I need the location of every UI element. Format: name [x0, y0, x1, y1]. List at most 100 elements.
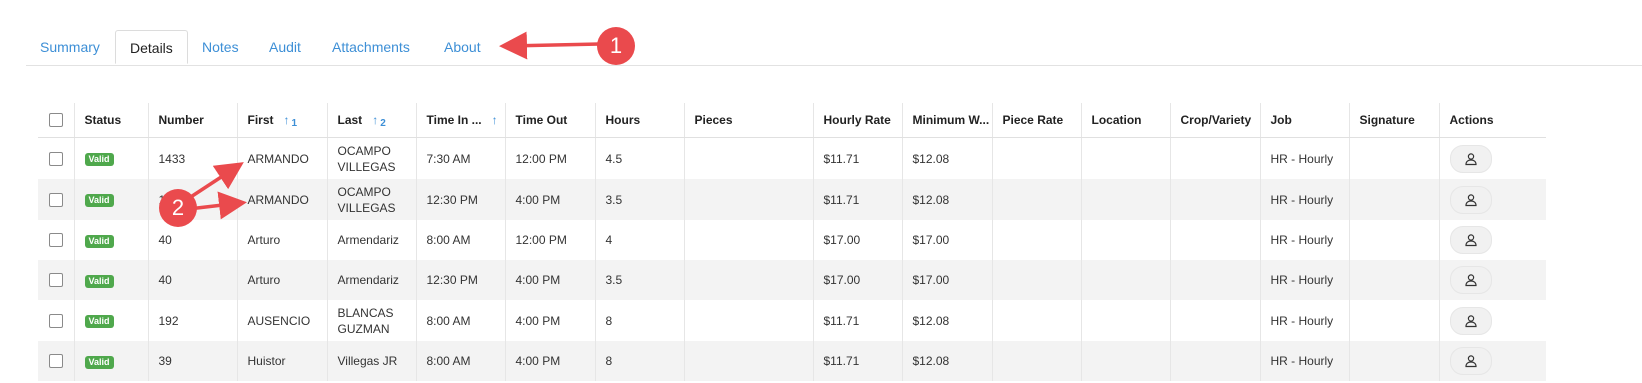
cell-actions [1438, 260, 1546, 300]
cell-hours: 4.5 [594, 137, 684, 179]
cell-signature [1348, 341, 1439, 381]
cell-hours: 3.5 [594, 179, 684, 220]
row-checkbox[interactable] [48, 151, 63, 166]
row-select-cell [38, 260, 74, 300]
cell-crop-variety [1169, 220, 1260, 260]
cell-hourly-rate: $11.71 [812, 300, 902, 341]
table-row[interactable]: Valid 39 Huistor Villegas JR 8:00 AM 4:00 PM 8… [38, 341, 1546, 381]
cell-pieces [683, 137, 813, 179]
column-header-first-label: First [247, 113, 274, 127]
status-badge: Valid [84, 355, 114, 369]
cell-signature [1348, 179, 1439, 220]
table-row[interactable]: Valid 192 AUSENCIO BLANCAS GUZMAN 8:00 AM 4:0… [38, 300, 1546, 341]
cell-hourly-rate: $11.71 [812, 179, 902, 220]
person-icon [1464, 314, 1477, 327]
column-header-number[interactable]: Number [147, 103, 237, 138]
cell-signature [1348, 220, 1439, 260]
cell-first: Huistor [236, 341, 327, 381]
tab-audit[interactable]: Audit [269, 30, 301, 64]
cell-piece-rate [991, 300, 1081, 341]
cell-hourly-rate: $17.00 [812, 220, 902, 260]
column-header-signature[interactable]: Signature [1348, 103, 1439, 138]
tab-summary[interactable]: Summary [40, 30, 100, 64]
cell-piece-rate [991, 220, 1081, 260]
table-row[interactable]: Valid 1433 ARMANDO OCAMPO VILLEGAS 7:30 AM 12… [38, 137, 1546, 179]
cell-last: Armendariz [326, 260, 416, 300]
cell-last: Villegas JR [326, 341, 416, 381]
column-header-hours[interactable]: Hours [594, 103, 684, 138]
cell-pieces [683, 179, 813, 220]
cell-hourly-rate: $17.00 [812, 260, 902, 300]
row-checkbox[interactable] [48, 192, 63, 207]
row-action-button[interactable] [1449, 306, 1492, 335]
annotation-marker-2: 2 [159, 189, 197, 227]
cell-piece-rate [991, 179, 1081, 220]
select-all-checkbox[interactable] [48, 113, 63, 128]
status-badge: Valid [84, 274, 114, 288]
row-checkbox[interactable] [48, 354, 63, 369]
row-select-cell [38, 300, 74, 341]
column-header-location[interactable]: Location [1080, 103, 1170, 138]
column-header-minimum-wage[interactable]: Minimum W... [901, 103, 992, 138]
person-icon [1464, 355, 1477, 368]
annotation-marker-1: 1 [597, 27, 635, 65]
cell-status: Valid [73, 220, 148, 260]
cell-last: BLANCAS GUZMAN [326, 300, 416, 341]
cell-status: Valid [73, 341, 148, 381]
cell-actions [1438, 341, 1546, 381]
tab-attachments[interactable]: Attachments [332, 30, 410, 64]
row-checkbox[interactable] [48, 233, 63, 248]
row-action-button[interactable] [1449, 226, 1492, 254]
cell-job: HR - Hourly [1259, 179, 1349, 220]
tab-notes[interactable]: Notes [202, 30, 239, 64]
row-checkbox[interactable] [48, 273, 63, 288]
cell-first: AUSENCIO [236, 300, 327, 341]
row-select-cell [38, 341, 74, 381]
header-row: Status Number First ↑ 1 Last ↑ 2 Time In ...… [38, 103, 1546, 138]
tab-details[interactable]: Details [115, 30, 188, 64]
cell-time-out: 4:00 PM [504, 179, 595, 220]
select-all-cell [38, 103, 74, 138]
table-row[interactable]: Valid1ARMANDOOCAMPO VILLEGAS12:30 PM4:00… [38, 179, 1546, 220]
column-header-actions: Actions [1438, 103, 1546, 138]
cell-job: HR - Hourly [1259, 220, 1349, 260]
column-header-status[interactable]: Status [73, 103, 148, 138]
column-header-hourly-rate[interactable]: Hourly Rate [812, 103, 902, 138]
cell-time-in: 8:00 AM [415, 300, 505, 341]
cell-actions [1438, 179, 1546, 220]
column-header-time-in[interactable]: Time In ... ↑ [415, 103, 505, 138]
cell-minimum-wage: $17.00 [901, 260, 992, 300]
cell-time-out: 4:00 PM [504, 341, 595, 381]
row-action-button[interactable] [1449, 144, 1492, 173]
cell-hours: 8 [594, 341, 684, 381]
cell-actions [1438, 300, 1546, 341]
column-header-piece-rate[interactable]: Piece Rate [991, 103, 1081, 138]
cell-location [1080, 260, 1170, 300]
cell-first: Arturo [236, 260, 327, 300]
row-action-button[interactable] [1449, 347, 1492, 375]
column-header-first[interactable]: First ↑ 1 [236, 103, 327, 138]
arrow-up-icon: ↑ [283, 113, 290, 127]
row-action-button[interactable] [1449, 266, 1492, 294]
cell-piece-rate [991, 341, 1081, 381]
arrow-up-icon: ↑ [372, 113, 379, 127]
column-header-crop-variety[interactable]: Crop/Variety [1169, 103, 1260, 138]
cell-job: HR - Hourly [1259, 341, 1349, 381]
cell-location [1080, 300, 1170, 341]
table-row[interactable]: Valid 40 Arturo Armendariz 12:30 PM 4:00 PM 3.… [38, 260, 1546, 300]
status-badge: Valid [84, 153, 114, 166]
cell-number: 192 [147, 300, 237, 341]
cell-hours: 3.5 [594, 260, 684, 300]
cell-status: Valid [73, 260, 148, 300]
cell-location [1080, 220, 1170, 260]
tab-about[interactable]: About [444, 30, 481, 64]
row-action-button[interactable] [1449, 185, 1492, 214]
column-header-last[interactable]: Last ↑ 2 [326, 103, 416, 138]
column-header-job[interactable]: Job [1259, 103, 1349, 138]
cell-number: 40 [147, 260, 237, 300]
column-header-time-out[interactable]: Time Out [504, 103, 595, 138]
column-header-pieces[interactable]: Pieces [683, 103, 813, 138]
row-checkbox[interactable] [48, 313, 63, 328]
cell-last: OCAMPO VILLEGAS [326, 179, 416, 220]
table-row[interactable]: Valid 40 Arturo Armendariz 8:00 AM 12:00 PM 4 $… [38, 220, 1546, 260]
